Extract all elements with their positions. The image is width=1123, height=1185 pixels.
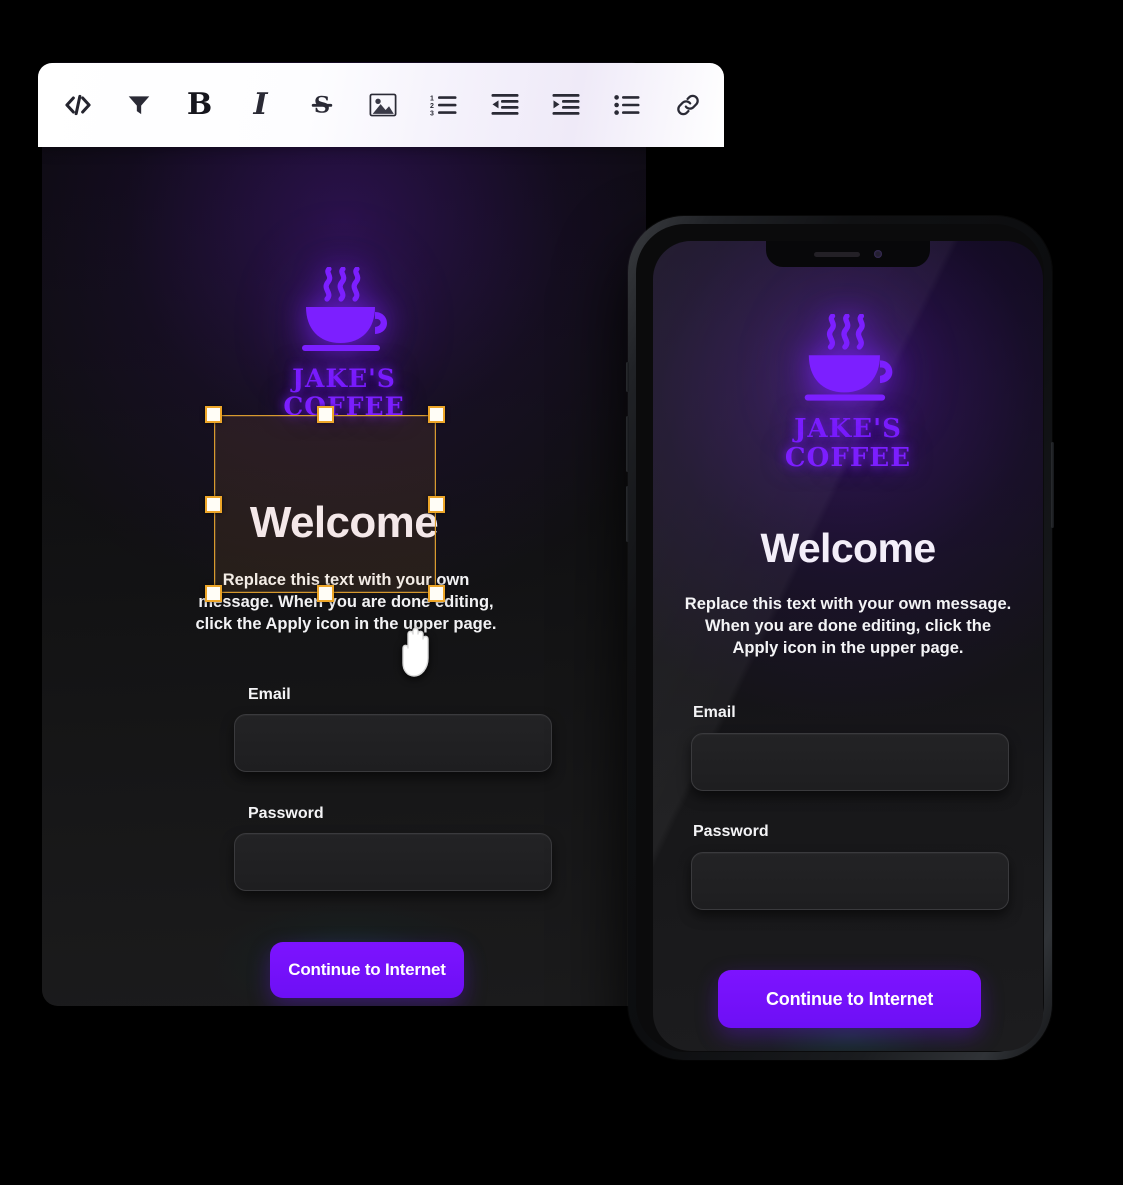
jakes-coffee-logo: JAKE'S COFFEE	[653, 314, 1043, 471]
desktop-email-label: Email	[248, 686, 291, 703]
phone-power-button[interactable]	[1051, 442, 1054, 528]
phone-bezel: JAKE'S COFFEE Welcome Replace this text …	[636, 224, 1044, 1052]
phone-volume-up-button[interactable]	[626, 416, 629, 472]
selection-handle-top-left[interactable]	[205, 406, 222, 423]
logo-line-2: COFFEE	[784, 442, 912, 473]
screenshot-stage: JAKE'S COFFEE Welcome Replace this text …	[0, 0, 1123, 1185]
phone-speaker-grille	[814, 251, 860, 257]
phone-volume-down-button[interactable]	[626, 486, 629, 542]
ordered-list-icon[interactable]: 1 2 3	[413, 63, 474, 147]
italic-icon[interactable]: I	[230, 63, 291, 147]
phone-notch	[766, 241, 930, 267]
phone-screen: JAKE'S COFFEE Welcome Replace this text …	[653, 241, 1043, 1051]
desktop-preview-panel: JAKE'S COFFEE Welcome Replace this text …	[42, 62, 646, 1006]
phone-silent-switch[interactable]	[626, 362, 629, 392]
bold-icon[interactable]: B	[169, 63, 230, 147]
indent-icon[interactable]	[535, 63, 596, 147]
phone-front-camera	[874, 250, 882, 258]
phone-headline: Welcome	[760, 525, 936, 571]
smartphone-mockup: JAKE'S COFFEE Welcome Replace this text …	[626, 216, 1054, 1060]
coffee-cup-icon	[804, 314, 893, 401]
selection-handle-middle-left[interactable]	[205, 495, 222, 513]
code-icon[interactable]	[47, 63, 108, 147]
phone-email-label: Email	[693, 704, 736, 721]
selection-handle-top-right[interactable]	[428, 406, 445, 423]
unordered-list-icon[interactable]	[596, 63, 657, 147]
phone-continue-button[interactable]: Continue to Internet	[718, 970, 981, 1028]
strikethrough-icon[interactable]: S	[291, 63, 352, 147]
selection-handle-top-center[interactable]	[316, 406, 334, 423]
filter-icon[interactable]	[108, 63, 169, 147]
desktop-continue-button[interactable]: Continue to Internet	[270, 942, 464, 998]
outdent-icon[interactable]	[474, 63, 535, 147]
image-icon[interactable]	[352, 63, 413, 147]
logo-line-1: JAKE'S	[794, 414, 902, 444]
link-icon[interactable]	[657, 63, 718, 147]
desktop-password-input[interactable]	[234, 833, 552, 891]
selection-handle-middle-right[interactable]	[428, 495, 445, 513]
phone-password-input[interactable]	[691, 852, 1009, 910]
phone-email-input[interactable]	[691, 733, 1009, 791]
selection-handle-bottom-right[interactable]	[428, 585, 445, 602]
selection-handle-bottom-center[interactable]	[316, 585, 334, 602]
desktop-password-label: Password	[248, 805, 324, 822]
text-block-selection[interactable]	[205, 406, 445, 602]
selection-handle-bottom-left[interactable]	[205, 585, 222, 602]
phone-body-text: Replace this text with your own message.…	[684, 595, 1012, 658]
phone-password-label: Password	[693, 823, 769, 840]
svg-text:1: 1	[430, 96, 434, 103]
selection-fill	[214, 415, 436, 593]
svg-text:2: 2	[430, 103, 434, 110]
desktop-email-input[interactable]	[234, 714, 552, 772]
svg-text:3: 3	[430, 111, 434, 118]
rich-text-toolbar[interactable]: B I S 1 2 3	[38, 63, 724, 147]
